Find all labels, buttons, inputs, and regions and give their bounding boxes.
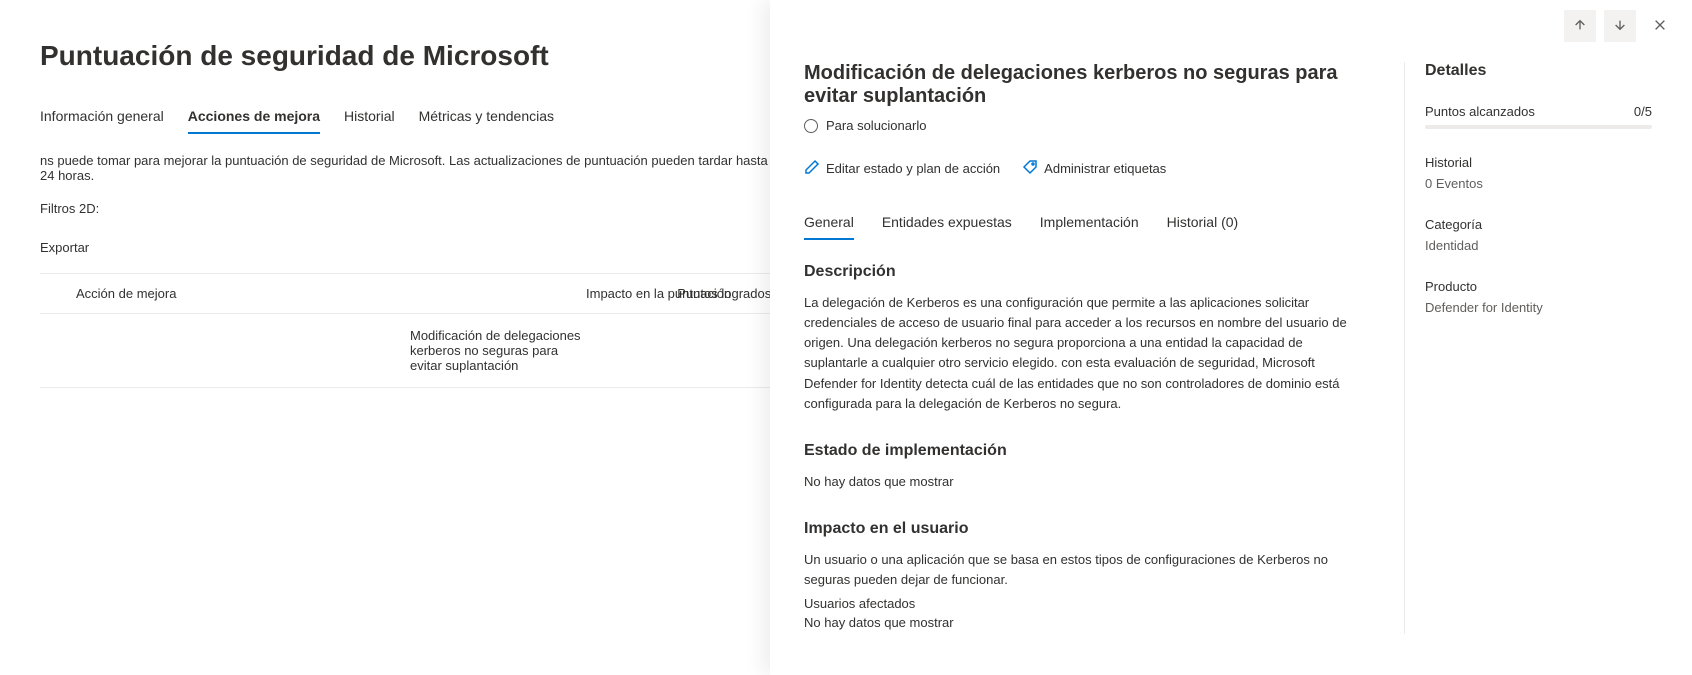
points-label: Puntos alcanzados bbox=[1425, 104, 1535, 119]
edit-status-label: Editar estado y plan de acción bbox=[826, 161, 1000, 176]
next-button[interactable] bbox=[1604, 10, 1636, 42]
filters-label: Filtros 2D: bbox=[40, 201, 770, 216]
panel-tabs: General Entidades expuestas Implementaci… bbox=[804, 208, 1364, 241]
details-panel: Modificación de delegaciones kerberos no… bbox=[770, 0, 1692, 675]
category-value: Identidad bbox=[1425, 238, 1652, 253]
description-body: La delegación de Kerberos es una configu… bbox=[804, 293, 1364, 414]
product-value: Defender for Identity bbox=[1425, 300, 1652, 315]
tab-history[interactable]: Historial bbox=[344, 100, 395, 134]
status-circle-icon bbox=[804, 119, 818, 133]
user-impact-body: Un usuario o una aplicación que se basa … bbox=[804, 550, 1364, 590]
page-title: Puntuación de seguridad de Microsoft bbox=[40, 40, 770, 72]
panel-tab-exposed[interactable]: Entidades expuestas bbox=[882, 208, 1012, 240]
main-content: Puntuación de seguridad de Microsoft Inf… bbox=[0, 0, 770, 388]
manage-tags-link[interactable]: Administrar etiquetas bbox=[1022, 159, 1166, 178]
implementation-body: No hay datos que mostrar bbox=[804, 472, 1364, 492]
panel-tab-general[interactable]: General bbox=[804, 208, 854, 240]
close-button[interactable] bbox=[1644, 10, 1676, 42]
edit-icon bbox=[804, 159, 820, 178]
detail-category: Categoría Identidad bbox=[1425, 217, 1652, 253]
tab-overview[interactable]: Información general bbox=[40, 100, 164, 134]
description-text: ns puede tomar para mejorar la puntuació… bbox=[40, 153, 770, 183]
table-row[interactable]: Modificación de delegaciones kerberos no… bbox=[40, 314, 770, 388]
details-title: Detalles bbox=[1425, 62, 1652, 80]
panel-tab-history[interactable]: Historial (0) bbox=[1167, 208, 1239, 240]
implementation-heading: Estado de implementación bbox=[804, 442, 1364, 460]
arrow-up-icon bbox=[1573, 18, 1587, 35]
detail-points: Puntos alcanzados 0/5 bbox=[1425, 104, 1652, 129]
points-value: 0/5 bbox=[1634, 104, 1652, 119]
arrow-down-icon bbox=[1613, 18, 1627, 35]
affected-users-body: No hay datos que mostrar bbox=[804, 615, 1364, 630]
panel-title: Modificación de delegaciones kerberos no… bbox=[804, 62, 1364, 108]
col-action-header[interactable]: Acción de mejora bbox=[40, 286, 590, 301]
tab-improvement-actions[interactable]: Acciones de mejora bbox=[188, 100, 320, 134]
history-value: 0 Eventos bbox=[1425, 176, 1652, 191]
export-button[interactable]: Exportar bbox=[40, 234, 770, 255]
table-header: Acción de mejora Impacto en la puntuació… bbox=[40, 274, 770, 314]
status-label: Para solucionarlo bbox=[826, 118, 926, 133]
affected-users-label: Usuarios afectados bbox=[804, 596, 1364, 611]
panel-topbar bbox=[1564, 10, 1676, 42]
status-row: Para solucionarlo bbox=[804, 118, 1364, 133]
actions-table: Acción de mejora Impacto en la puntuació… bbox=[40, 273, 770, 388]
product-label: Producto bbox=[1425, 279, 1477, 294]
points-progress-bar bbox=[1425, 125, 1652, 129]
prev-button[interactable] bbox=[1564, 10, 1596, 42]
panel-main: Modificación de delegaciones kerberos no… bbox=[804, 62, 1364, 634]
user-impact-heading: Impacto en el usuario bbox=[804, 520, 1364, 538]
edit-status-link[interactable]: Editar estado y plan de acción bbox=[804, 159, 1000, 178]
panel-tab-implementation[interactable]: Implementación bbox=[1040, 208, 1139, 240]
panel-details-sidebar: Detalles Puntos alcanzados 0/5 Historial… bbox=[1404, 62, 1652, 634]
tag-icon bbox=[1022, 159, 1038, 178]
close-icon bbox=[1653, 18, 1667, 35]
detail-product: Producto Defender for Identity bbox=[1425, 279, 1652, 315]
main-tabs: Información general Acciones de mejora H… bbox=[40, 100, 770, 135]
history-label: Historial bbox=[1425, 155, 1472, 170]
row-action-name: Modificación de delegaciones kerberos no… bbox=[40, 328, 590, 373]
description-heading: Descripción bbox=[804, 263, 1364, 281]
manage-tags-label: Administrar etiquetas bbox=[1044, 161, 1166, 176]
category-label: Categoría bbox=[1425, 217, 1482, 232]
tab-metrics[interactable]: Métricas y tendencias bbox=[419, 100, 554, 134]
panel-actions: Editar estado y plan de acción Administr… bbox=[804, 159, 1364, 178]
detail-history: Historial 0 Eventos bbox=[1425, 155, 1652, 191]
